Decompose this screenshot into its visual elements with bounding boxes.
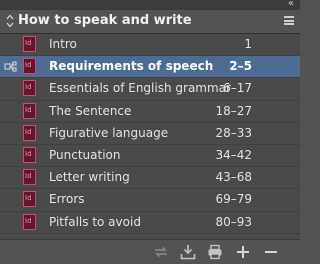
chapter-page-range: 1 <box>244 37 252 51</box>
chapter-page-range: 69–79 <box>215 192 252 207</box>
indesign-document-icon <box>23 58 36 75</box>
book-panel: How to speak and write Intro 1 Requireme… <box>0 10 300 264</box>
indesign-document-icon <box>23 36 36 52</box>
panel-footer-toolbar <box>0 239 300 264</box>
save-book-icon[interactable] <box>180 244 196 260</box>
style-source-sync-icon <box>4 61 17 72</box>
chapter-page-range: 28–33 <box>215 125 252 140</box>
chapter-row[interactable]: Intro 1 <box>0 34 300 57</box>
chapter-label: Punctuation <box>49 147 121 162</box>
panel-header: How to speak and write <box>0 10 300 34</box>
chapter-page-range: 6–17 <box>223 81 252 96</box>
print-book-icon[interactable] <box>207 244 223 260</box>
chapter-label: Letter writing <box>49 170 130 185</box>
chapter-row[interactable]: Punctuation 34–42 <box>0 145 300 168</box>
chapter-row-selected[interactable]: Requirements of speech 2–5 <box>0 56 300 79</box>
chapter-row[interactable]: The Sentence 18–27 <box>0 101 300 123</box>
add-document-icon[interactable] <box>235 244 251 260</box>
synchronize-icon[interactable] <box>153 244 169 260</box>
indesign-document-icon <box>23 102 36 119</box>
panel-menu-icon[interactable] <box>284 16 294 25</box>
chapter-label: The Sentence <box>49 103 132 118</box>
chapter-page-range: 2–5 <box>229 59 252 74</box>
chapter-row[interactable]: Pitfalls to avoid 80–93 <box>0 212 300 234</box>
chapter-label: Errors <box>49 192 85 207</box>
chapter-page-range: 43–68 <box>215 170 252 185</box>
chapter-row[interactable]: Essentials of English grammar 6–17 <box>0 78 300 101</box>
indesign-document-icon <box>23 213 36 230</box>
panel-top-strip: « <box>0 0 300 10</box>
indesign-document-icon <box>23 80 36 97</box>
panel-title[interactable]: How to speak and write <box>18 13 192 28</box>
chapter-label: Essentials of English grammar <box>49 81 231 96</box>
chapter-page-range: 34–42 <box>215 147 252 162</box>
chapter-label: Requirements of speech <box>49 59 214 74</box>
chapter-row[interactable]: Errors 69–79 <box>0 189 300 212</box>
chapter-list: Intro 1 Requirements of speech 2–5 Essen… <box>0 34 300 234</box>
chapter-row[interactable]: Figurative language 28–33 <box>0 123 300 145</box>
double-chevron-collapse-icon[interactable]: « <box>288 0 294 9</box>
indesign-document-icon <box>23 146 36 163</box>
chapter-label: Pitfalls to avoid <box>49 214 141 229</box>
remove-document-icon[interactable] <box>263 244 279 260</box>
indesign-document-icon <box>23 124 36 141</box>
chapter-label: Figurative language <box>49 125 169 140</box>
chapter-page-range: 80–93 <box>215 214 252 229</box>
sort-updown-icon[interactable] <box>6 14 14 28</box>
chapter-page-range: 18–27 <box>215 103 252 118</box>
indesign-document-icon <box>23 191 36 208</box>
chapter-row[interactable]: Letter writing 43–68 <box>0 167 300 190</box>
chapter-label: Intro <box>49 37 77 51</box>
indesign-document-icon <box>23 169 36 186</box>
